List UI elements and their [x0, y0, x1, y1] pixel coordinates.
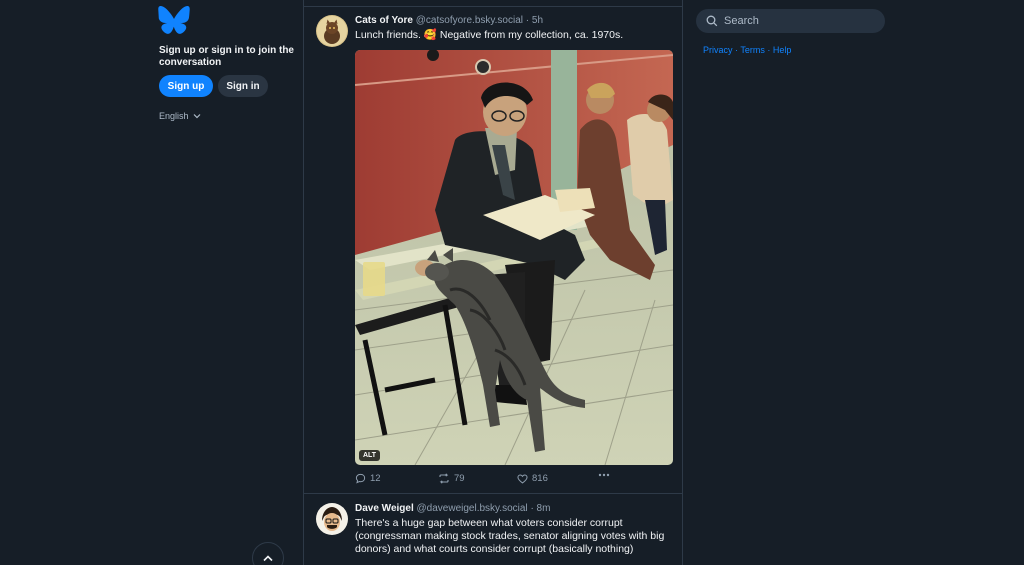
avatar[interactable]: [316, 503, 348, 535]
heart-icon: [517, 473, 528, 484]
reply-icon: [355, 473, 366, 484]
feed: Cats of Yore @catsofyore.bsky.social · 5…: [303, 0, 683, 565]
cartoon-avatar-icon: [316, 503, 348, 535]
repost-icon: [439, 473, 449, 484]
post-text: Lunch friends. 🥰 Negative from my collec…: [355, 29, 677, 42]
like-button[interactable]: 816: [517, 473, 548, 484]
reply-button[interactable]: 12: [355, 473, 381, 484]
post-header: Cats of Yore @catsofyore.bsky.social · 5…: [355, 15, 543, 26]
more-icon: [598, 473, 610, 477]
post-actions: 12 79 816: [355, 473, 673, 487]
alt-text-badge[interactable]: ALT: [359, 450, 381, 461]
help-link[interactable]: Help: [773, 45, 792, 55]
repost-count: 79: [454, 473, 465, 484]
author-name[interactable]: Cats of Yore: [355, 15, 413, 26]
cat-avatar-icon: [316, 15, 348, 47]
emoji: 🥰: [423, 29, 437, 41]
separator: ·: [735, 45, 739, 55]
search-icon: [706, 15, 718, 27]
join-prompt: Sign up or sign in to join the conversat…: [159, 45, 294, 68]
post-text: There's a huge gap between what voters c…: [355, 517, 665, 555]
terms-link[interactable]: Terms: [740, 45, 765, 55]
sign-in-button[interactable]: Sign in: [218, 75, 268, 97]
chevron-up-icon: [263, 555, 273, 562]
avatar[interactable]: [316, 15, 348, 47]
post-time[interactable]: · 5h: [526, 15, 543, 26]
sign-up-button[interactable]: Sign up: [159, 75, 213, 97]
separator: ·: [767, 45, 771, 55]
post-time[interactable]: · 8m: [530, 503, 550, 514]
search-box[interactable]: [696, 9, 885, 33]
author-handle[interactable]: @daveweigel.bsky.social: [417, 503, 528, 514]
post-image[interactable]: ALT: [355, 50, 673, 465]
author-name[interactable]: Dave Weigel: [355, 503, 414, 514]
more-options-button[interactable]: [598, 473, 610, 477]
post[interactable]: Cats of Yore @catsofyore.bsky.social · 5…: [304, 7, 682, 494]
privacy-link[interactable]: Privacy: [703, 45, 733, 55]
post[interactable]: Dave Weigel @daveweigel.bsky.social · 8m…: [304, 495, 682, 565]
cat-lunch-photo: [355, 50, 673, 465]
language-label: English: [159, 111, 189, 121]
footer-links: Privacy · Terms · Help: [703, 45, 791, 55]
repost-button[interactable]: 79: [438, 473, 465, 484]
like-count: 816: [532, 473, 548, 484]
left-sidebar: Sign up or sign in to join the conversat…: [158, 0, 298, 565]
search-input[interactable]: [724, 15, 874, 27]
chevron-down-icon: [193, 114, 200, 119]
post-text-part: Negative from my collection, ca. 1970s.: [436, 29, 624, 41]
reply-count: 12: [370, 473, 381, 484]
post-header: Dave Weigel @daveweigel.bsky.social · 8m: [355, 503, 550, 514]
author-handle[interactable]: @catsofyore.bsky.social: [416, 15, 523, 26]
butterfly-icon[interactable]: [158, 6, 190, 34]
language-selector[interactable]: English: [159, 111, 201, 121]
post-text-part: Lunch friends.: [355, 29, 424, 41]
